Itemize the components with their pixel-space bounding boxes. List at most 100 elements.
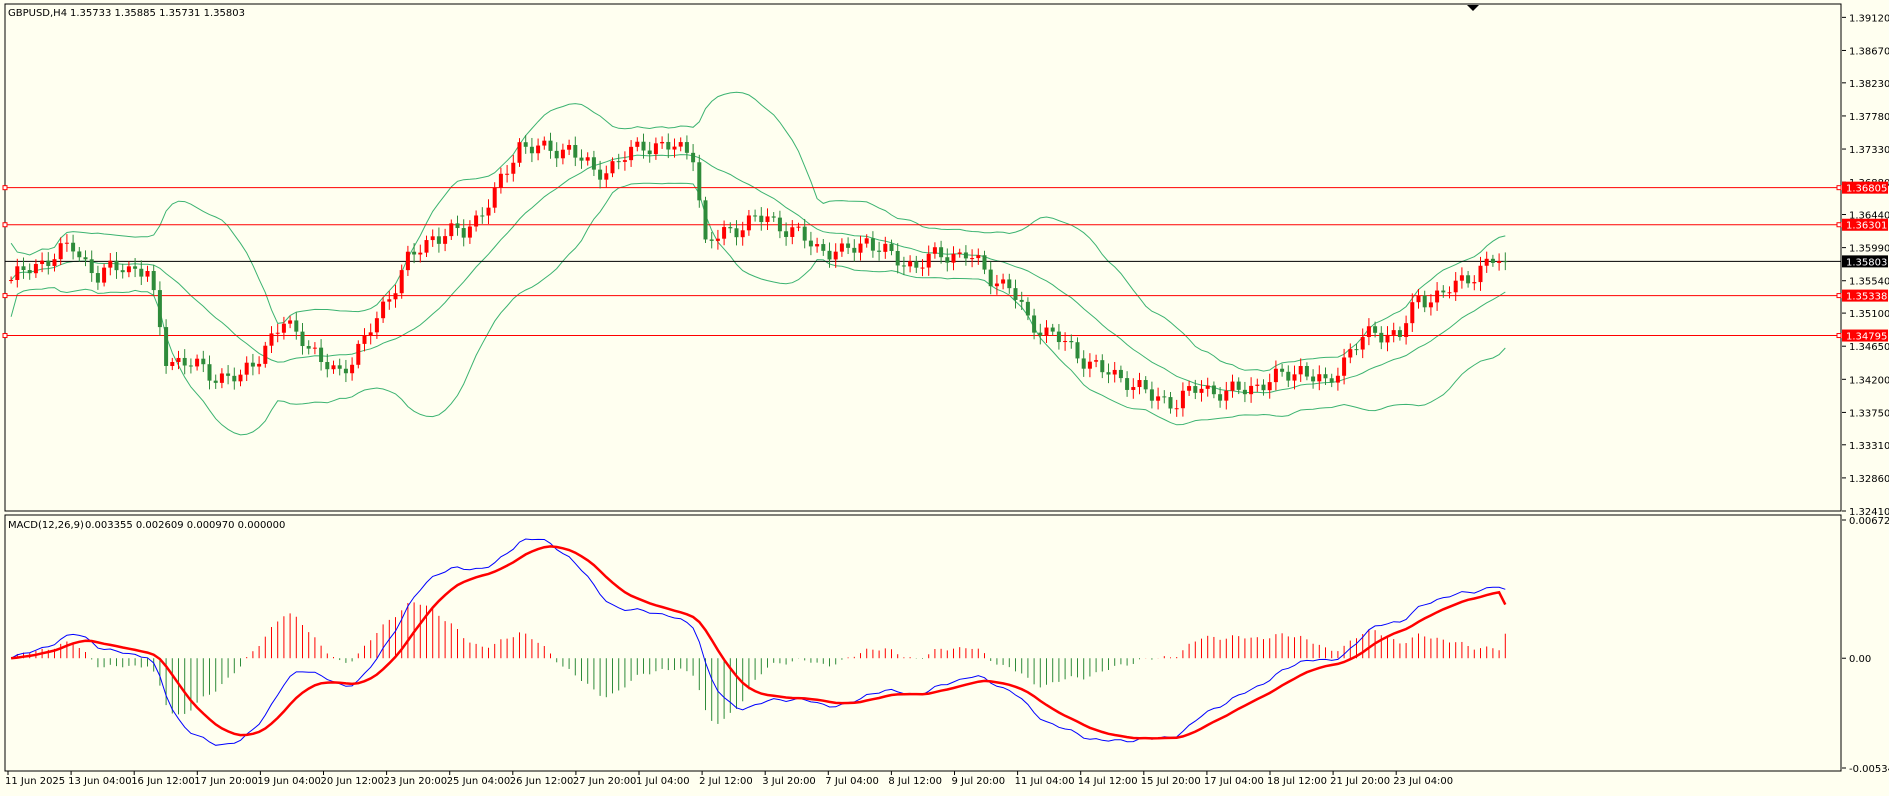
candle-body[interactable]	[1292, 374, 1297, 381]
candle-body[interactable]	[1019, 299, 1024, 302]
candle-body[interactable]	[1416, 295, 1421, 303]
candle-body[interactable]	[120, 270, 125, 273]
candle-body[interactable]	[827, 250, 832, 260]
candle-body[interactable]	[1298, 366, 1303, 375]
candle-body[interactable]	[653, 143, 658, 155]
candle-body[interactable]	[1342, 357, 1347, 376]
candle-body[interactable]	[244, 362, 249, 375]
candle-body[interactable]	[232, 375, 237, 382]
candle-body[interactable]	[337, 365, 342, 369]
candle-body[interactable]	[951, 253, 956, 263]
candle-body[interactable]	[1038, 332, 1043, 336]
candle-body[interactable]	[399, 270, 404, 294]
candle-body[interactable]	[567, 145, 572, 150]
candle-body[interactable]	[1317, 374, 1322, 382]
candle-body[interactable]	[505, 173, 510, 175]
candle-body[interactable]	[1007, 279, 1012, 289]
candle-body[interactable]	[728, 227, 733, 229]
candle-body[interactable]	[1056, 331, 1061, 343]
chart-canvas[interactable]: 1.39120 1.38670 1.38230 1.37780 1.37330 1.368…	[0, 0, 1889, 792]
candle-body[interactable]	[901, 265, 906, 267]
candle-body[interactable]	[1025, 301, 1030, 316]
candle-body[interactable]	[145, 270, 150, 277]
level-handle-right[interactable]	[1836, 333, 1842, 339]
candle-body[interactable]	[176, 357, 181, 363]
candle-body[interactable]	[1410, 302, 1415, 324]
candle-body[interactable]	[1404, 323, 1409, 338]
candle-body[interactable]	[418, 252, 423, 255]
level-handle-left[interactable]	[2, 333, 8, 339]
candle-body[interactable]	[1125, 378, 1130, 390]
candle-body[interactable]	[188, 365, 193, 367]
candle-body[interactable]	[529, 146, 534, 154]
candle-body[interactable]	[139, 268, 144, 277]
candle-body[interactable]	[635, 141, 640, 147]
candle-body[interactable]	[864, 238, 869, 244]
candle-body[interactable]	[1044, 327, 1049, 336]
candle-body[interactable]	[1032, 315, 1037, 333]
candle-body[interactable]	[430, 236, 435, 241]
candle-body[interactable]	[1354, 349, 1359, 351]
candle-body[interactable]	[963, 252, 968, 259]
candle-body[interactable]	[381, 301, 386, 319]
candle-body[interactable]	[1366, 326, 1371, 338]
candle-body[interactable]	[449, 223, 454, 237]
candle-body[interactable]	[889, 243, 894, 252]
level-handle-right[interactable]	[1836, 293, 1842, 299]
candle-body[interactable]	[1218, 394, 1223, 401]
candle-body[interactable]	[784, 231, 789, 237]
candle-body[interactable]	[71, 242, 76, 252]
candle-body[interactable]	[846, 243, 851, 248]
candle-body[interactable]	[895, 251, 900, 266]
candle-body[interactable]	[759, 215, 764, 223]
candle-body[interactable]	[52, 259, 57, 266]
candle-body[interactable]	[300, 331, 305, 347]
candle-body[interactable]	[536, 145, 541, 154]
candle-body[interactable]	[213, 380, 218, 383]
candle-body[interactable]	[157, 290, 162, 328]
candle-body[interactable]	[1137, 380, 1142, 388]
candle-body[interactable]	[1459, 275, 1464, 281]
candle-body[interactable]	[511, 162, 516, 174]
candle-body[interactable]	[604, 173, 609, 180]
candle-body[interactable]	[443, 236, 448, 244]
candle-body[interactable]	[573, 145, 578, 158]
candle-body[interactable]	[269, 333, 274, 346]
trading-chart[interactable]: 1.39120 1.38670 1.38230 1.37780 1.37330 1.368…	[0, 0, 1889, 792]
candle-body[interactable]	[796, 226, 801, 228]
candle-body[interactable]	[374, 318, 379, 333]
candle-body[interactable]	[591, 157, 596, 170]
candle-body[interactable]	[598, 169, 603, 180]
level-handle-right[interactable]	[1836, 222, 1842, 228]
candle-body[interactable]	[1063, 340, 1068, 343]
candle-body[interactable]	[1373, 326, 1378, 333]
candle-body[interactable]	[666, 141, 671, 150]
candle-body[interactable]	[474, 215, 479, 227]
candle-body[interactable]	[1236, 381, 1241, 390]
candle-body[interactable]	[1484, 258, 1489, 266]
candle-body[interactable]	[1472, 282, 1477, 284]
candle-body[interactable]	[1230, 381, 1235, 391]
candle-body[interactable]	[753, 215, 758, 217]
candle-body[interactable]	[1335, 375, 1340, 383]
candle-body[interactable]	[839, 243, 844, 252]
candle-body[interactable]	[275, 332, 280, 334]
candle-body[interactable]	[1106, 372, 1111, 375]
candle-body[interactable]	[393, 293, 398, 300]
candle-body[interactable]	[777, 217, 782, 232]
candle-body[interactable]	[629, 146, 634, 161]
candle-body[interactable]	[1156, 396, 1161, 401]
candle-body[interactable]	[1131, 387, 1136, 390]
candle-body[interactable]	[1261, 384, 1266, 391]
candle-body[interactable]	[1323, 374, 1328, 379]
candle-body[interactable]	[58, 243, 63, 260]
candle-body[interactable]	[542, 140, 547, 146]
candle-body[interactable]	[926, 253, 931, 268]
candle-body[interactable]	[1143, 380, 1148, 390]
candle-body[interactable]	[1075, 342, 1080, 359]
candle-body[interactable]	[436, 236, 441, 244]
candle-body[interactable]	[331, 365, 336, 370]
candle-body[interactable]	[1180, 390, 1185, 409]
candle-body[interactable]	[467, 226, 472, 238]
candle-body[interactable]	[548, 140, 553, 151]
